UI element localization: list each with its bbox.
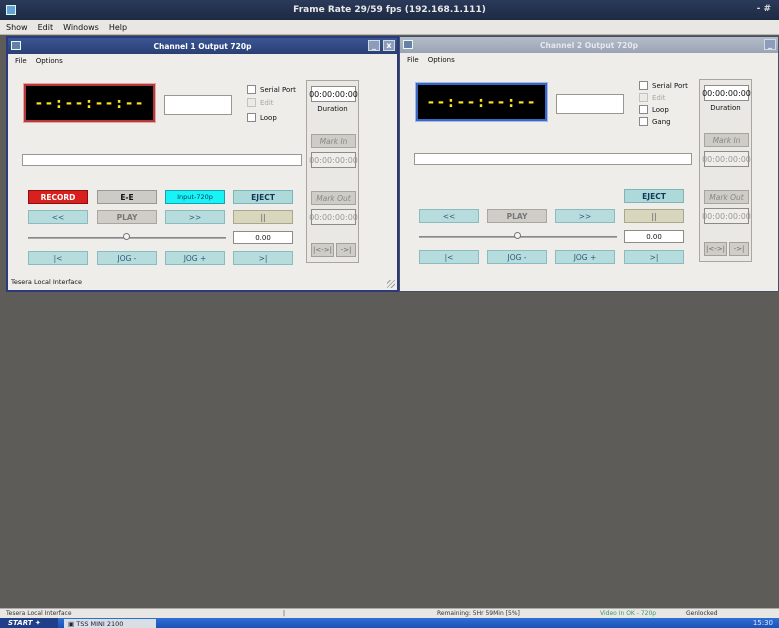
start-icon: ✦	[34, 619, 41, 627]
minimize-button[interactable]: _	[368, 40, 380, 51]
goto-out-button[interactable]: ->|	[336, 243, 356, 257]
window-menu-icon[interactable]	[403, 40, 413, 49]
loop-checkbox[interactable]: Loop	[247, 113, 277, 122]
clock: 15:30	[752, 619, 773, 627]
rewind-button[interactable]: <<	[419, 209, 479, 223]
go-to-start-button[interactable]: |<	[28, 251, 88, 265]
menu-edit[interactable]: Edit	[38, 23, 54, 32]
channel-1-window: Channel 1 Output 720p _ x File Options -…	[6, 36, 399, 292]
speed-field[interactable]: 0.00	[624, 230, 684, 243]
serial-port-checkbox[interactable]: Serial Port	[247, 85, 296, 94]
mark-out-button[interactable]: Mark Out	[311, 191, 356, 205]
play-button[interactable]: PLAY	[97, 210, 157, 224]
minimize-button[interactable]: _	[764, 39, 776, 50]
go-to-end-button[interactable]: >|	[233, 251, 293, 265]
app-task-icon: ▣	[68, 619, 75, 628]
menu-help[interactable]: Help	[109, 23, 127, 32]
eject-button[interactable]: EJECT	[233, 190, 293, 204]
close-button[interactable]: x	[383, 40, 395, 51]
channel-2-title-bar: Channel 2 Output 720p _	[400, 37, 778, 53]
menu-options[interactable]: Options	[36, 57, 63, 65]
status-remaining: Remaining: 5Hr 59Min [5%]	[437, 610, 520, 617]
status-genlock: Genlocked	[686, 610, 718, 617]
mark-out-button[interactable]: Mark Out	[704, 190, 749, 204]
goto-out-button[interactable]: ->|	[729, 242, 749, 256]
go-to-end-button[interactable]: >|	[624, 250, 684, 264]
menu-options[interactable]: Options	[428, 56, 455, 64]
app-title-bar: Frame Rate 29/59 fps (192.168.1.111) - #	[0, 0, 779, 20]
start-button[interactable]: START ✦	[0, 618, 58, 628]
marks-panel: 00:00:00:00 Duration Mark In 00:00:00:00…	[306, 80, 359, 263]
shuttle-both-button[interactable]: |<->|	[704, 242, 727, 256]
menu-show[interactable]: Show	[6, 23, 28, 32]
fast-forward-button[interactable]: >>	[555, 209, 615, 223]
go-to-start-button[interactable]: |<	[419, 250, 479, 264]
speed-field[interactable]: 0.00	[233, 231, 293, 244]
resize-grip[interactable]	[387, 280, 395, 288]
edit-checkbox: Edit	[639, 93, 666, 102]
shuttle-slider-knob[interactable]	[123, 233, 130, 240]
pause-button[interactable]: ||	[624, 209, 684, 223]
taskbar: START ✦ ▣ TSS MINI 2100 15:30	[0, 618, 779, 628]
taskbar-item[interactable]: ▣ TSS MINI 2100	[64, 619, 156, 628]
clip-name-field[interactable]	[556, 94, 624, 114]
shuttle-both-button[interactable]: |<->|	[311, 243, 334, 257]
pause-button[interactable]: ||	[233, 210, 293, 224]
input-button[interactable]: Input-720p	[165, 190, 225, 204]
serial-port-checkbox[interactable]: Serial Port	[639, 81, 688, 90]
duration-field[interactable]: 00:00:00:00	[309, 86, 358, 102]
shuttle-slider-knob[interactable]	[514, 232, 521, 239]
mark-in-field: 00:00:00:00	[309, 152, 358, 168]
timecode-display: --:--:--:--	[416, 83, 547, 121]
ee-button[interactable]: E-E	[97, 190, 157, 204]
play-button[interactable]: PLAY	[487, 209, 547, 223]
window-controls[interactable]: - #	[757, 4, 771, 14]
workspace: Channel 1 Output 720p _ x File Options -…	[0, 35, 779, 608]
fast-forward-button[interactable]: >>	[165, 210, 225, 224]
loop-checkbox[interactable]: Loop	[639, 105, 669, 114]
jog-plus-button[interactable]: JOG +	[555, 250, 615, 264]
menu-file[interactable]: File	[407, 56, 419, 64]
mark-in-button[interactable]: Mark In	[704, 133, 749, 147]
window-menu-icon[interactable]	[11, 41, 21, 50]
menu-file[interactable]: File	[15, 57, 27, 65]
app-title: Frame Rate 29/59 fps (192.168.1.111)	[293, 5, 486, 15]
channel-2-title: Channel 2 Output 720p	[540, 40, 638, 50]
mark-in-button[interactable]: Mark In	[311, 134, 356, 148]
channel-2-menu: File Options	[400, 53, 778, 66]
status-divider: |	[283, 610, 286, 617]
mark-in-field: 00:00:00:00	[702, 151, 751, 167]
channel-1-title-bar: Channel 1 Output 720p _ x	[8, 38, 397, 54]
menu-windows[interactable]: Windows	[63, 23, 99, 32]
clip-name-field[interactable]	[164, 95, 232, 115]
status-interface: Tesera Local Interface	[6, 610, 72, 617]
duration-label: Duration	[710, 104, 741, 112]
window-status: Tesera Local Interface	[11, 278, 82, 286]
mark-out-field: 00:00:00:00	[702, 208, 751, 224]
status-bar: Tesera Local Interface | Remaining: 5Hr …	[0, 608, 779, 618]
marks-panel: 00:00:00:00 Duration Mark In 00:00:00:00…	[699, 79, 752, 262]
duration-label: Duration	[317, 105, 348, 113]
duration-field[interactable]: 00:00:00:00	[702, 85, 751, 101]
timecode-display: --:--:--:--	[24, 84, 155, 122]
channel-1-menu: File Options	[8, 54, 397, 67]
mark-out-field: 00:00:00:00	[309, 209, 358, 225]
jog-minus-button[interactable]: JOG -	[97, 251, 157, 265]
edit-checkbox: Edit	[247, 98, 274, 107]
record-button[interactable]: RECORD	[28, 190, 88, 204]
status-video-in: Video In OK - 720p	[600, 610, 657, 617]
rewind-button[interactable]: <<	[28, 210, 88, 224]
eject-button[interactable]: EJECT	[624, 189, 684, 203]
channel-2-window: Channel 2 Output 720p _ File Options --:…	[399, 36, 779, 292]
app-menu-bar: Show Edit Windows Help	[0, 20, 779, 35]
jog-plus-button[interactable]: JOG +	[165, 251, 225, 265]
channel-1-title: Channel 1 Output 720p	[153, 41, 252, 51]
progress-bar[interactable]	[22, 154, 302, 166]
gang-checkbox[interactable]: Gang	[639, 117, 671, 126]
jog-minus-button[interactable]: JOG -	[487, 250, 547, 264]
progress-bar[interactable]	[414, 153, 692, 165]
